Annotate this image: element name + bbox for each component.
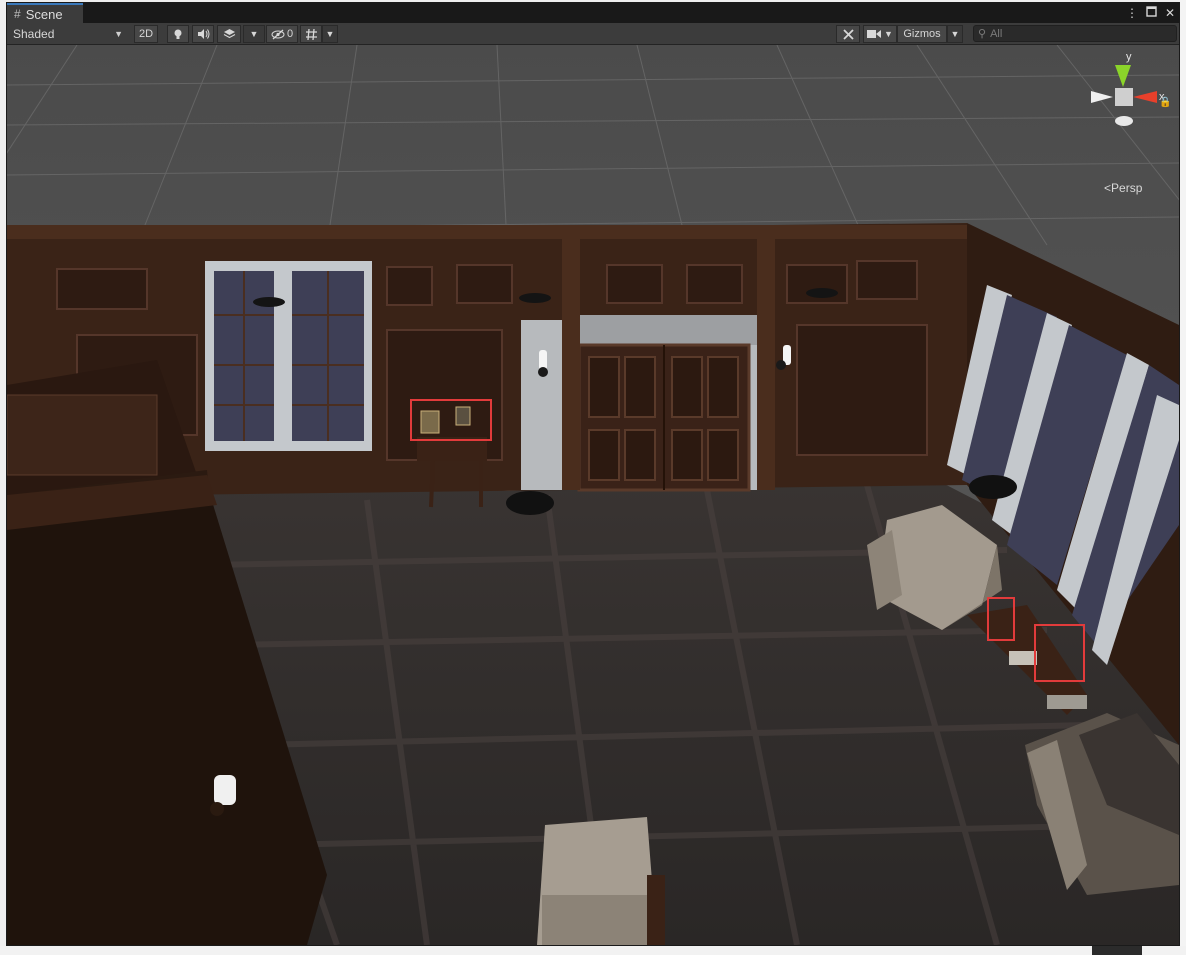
audio-toggle[interactable]: [192, 25, 214, 43]
speaker-icon: [197, 29, 209, 39]
grid-dropdown[interactable]: ▼: [322, 25, 338, 43]
pilaster: [562, 230, 580, 490]
effects-toggle[interactable]: [217, 25, 241, 43]
door-lintel: [567, 315, 757, 345]
tools-icon: [842, 28, 854, 40]
layers-effects-icon: [223, 29, 235, 39]
orientation-gizmo[interactable]: y x: [1085, 51, 1165, 161]
grid-hash-icon: #: [14, 7, 21, 21]
tab-bar: # Scene ⋮ ✕: [7, 3, 1179, 23]
projection-label: Persp: [1111, 181, 1143, 195]
scene-viewport[interactable]: y x 🔒 <Persp: [7, 45, 1179, 945]
hidden-eye-icon: [271, 29, 285, 39]
scene-window: # Scene ⋮ ✕ Shaded ▼ 2D ▼ 0 ▼ ▼ Gizmos ▼…: [6, 2, 1180, 946]
lighting-toggle[interactable]: [167, 25, 189, 43]
kebab-menu-icon[interactable]: ⋮: [1126, 6, 1138, 20]
host-window-edge: [1180, 0, 1186, 955]
chevron-down-icon: ▼: [884, 29, 893, 39]
camera-icon: [867, 30, 882, 38]
axis-neg-x-cone[interactable]: [1091, 91, 1113, 103]
draw-mode-label: Shaded: [13, 27, 55, 41]
scene-visibility-toggle[interactable]: 0: [266, 25, 298, 43]
host-window-bottom-dark: [1092, 946, 1142, 955]
lock-icon[interactable]: 🔒: [1159, 97, 1171, 108]
window-controls: ⋮ ✕: [1126, 3, 1175, 23]
round-table: [506, 491, 554, 515]
armchair-front: [537, 817, 665, 945]
tools-button[interactable]: [836, 25, 860, 43]
gizmo-center-cube[interactable]: [1115, 88, 1133, 106]
axis-x-cone[interactable]: [1133, 91, 1157, 103]
search-icon: ⚲: [978, 28, 987, 40]
back-windows: [205, 261, 372, 451]
tab-scene-label: Scene: [25, 6, 63, 22]
close-icon[interactable]: ✕: [1165, 6, 1175, 20]
lightbulb-icon: [174, 29, 182, 39]
scene-search-field[interactable]: ⚲: [973, 25, 1177, 42]
draw-mode-dropdown[interactable]: Shaded ▼: [7, 25, 129, 43]
grid-toggle[interactable]: [300, 25, 322, 43]
chevron-down-icon: ▼: [249, 29, 259, 39]
gizmos-dropdown[interactable]: ▼: [947, 25, 963, 43]
scene-toolbar: Shaded ▼ 2D ▼ 0 ▼ ▼ Gizmos ▼ ⚲ All: [7, 23, 1179, 45]
grid-icon: [305, 28, 317, 40]
chevron-down-icon: ▼: [325, 29, 335, 39]
axis-neg-y-cone[interactable]: [1115, 116, 1133, 126]
hidden-count: 0: [286, 28, 294, 40]
search-input[interactable]: [990, 27, 1161, 40]
scene-render: [7, 45, 1179, 945]
projection-toggle[interactable]: <Persp: [1104, 181, 1142, 195]
axis-y-label: y: [1126, 51, 1132, 63]
camera-settings-button[interactable]: ▼: [863, 25, 897, 43]
wall-crown-molding: [7, 225, 967, 239]
maximize-icon[interactable]: [1146, 6, 1157, 20]
gizmos-button[interactable]: Gizmos: [897, 25, 947, 43]
tab-scene[interactable]: # Scene: [7, 3, 83, 23]
effects-dropdown[interactable]: ▼: [243, 25, 265, 43]
host-window-bottom: [0, 946, 1186, 955]
pilaster: [757, 230, 775, 490]
mode-2d-button[interactable]: 2D: [134, 25, 158, 43]
chevron-down-icon: ▼: [950, 29, 960, 39]
round-table: [969, 475, 1017, 499]
chevron-down-icon: ▼: [114, 29, 123, 39]
axis-y-cone[interactable]: [1115, 65, 1131, 87]
persp-arrow-icon: <: [1104, 181, 1112, 195]
